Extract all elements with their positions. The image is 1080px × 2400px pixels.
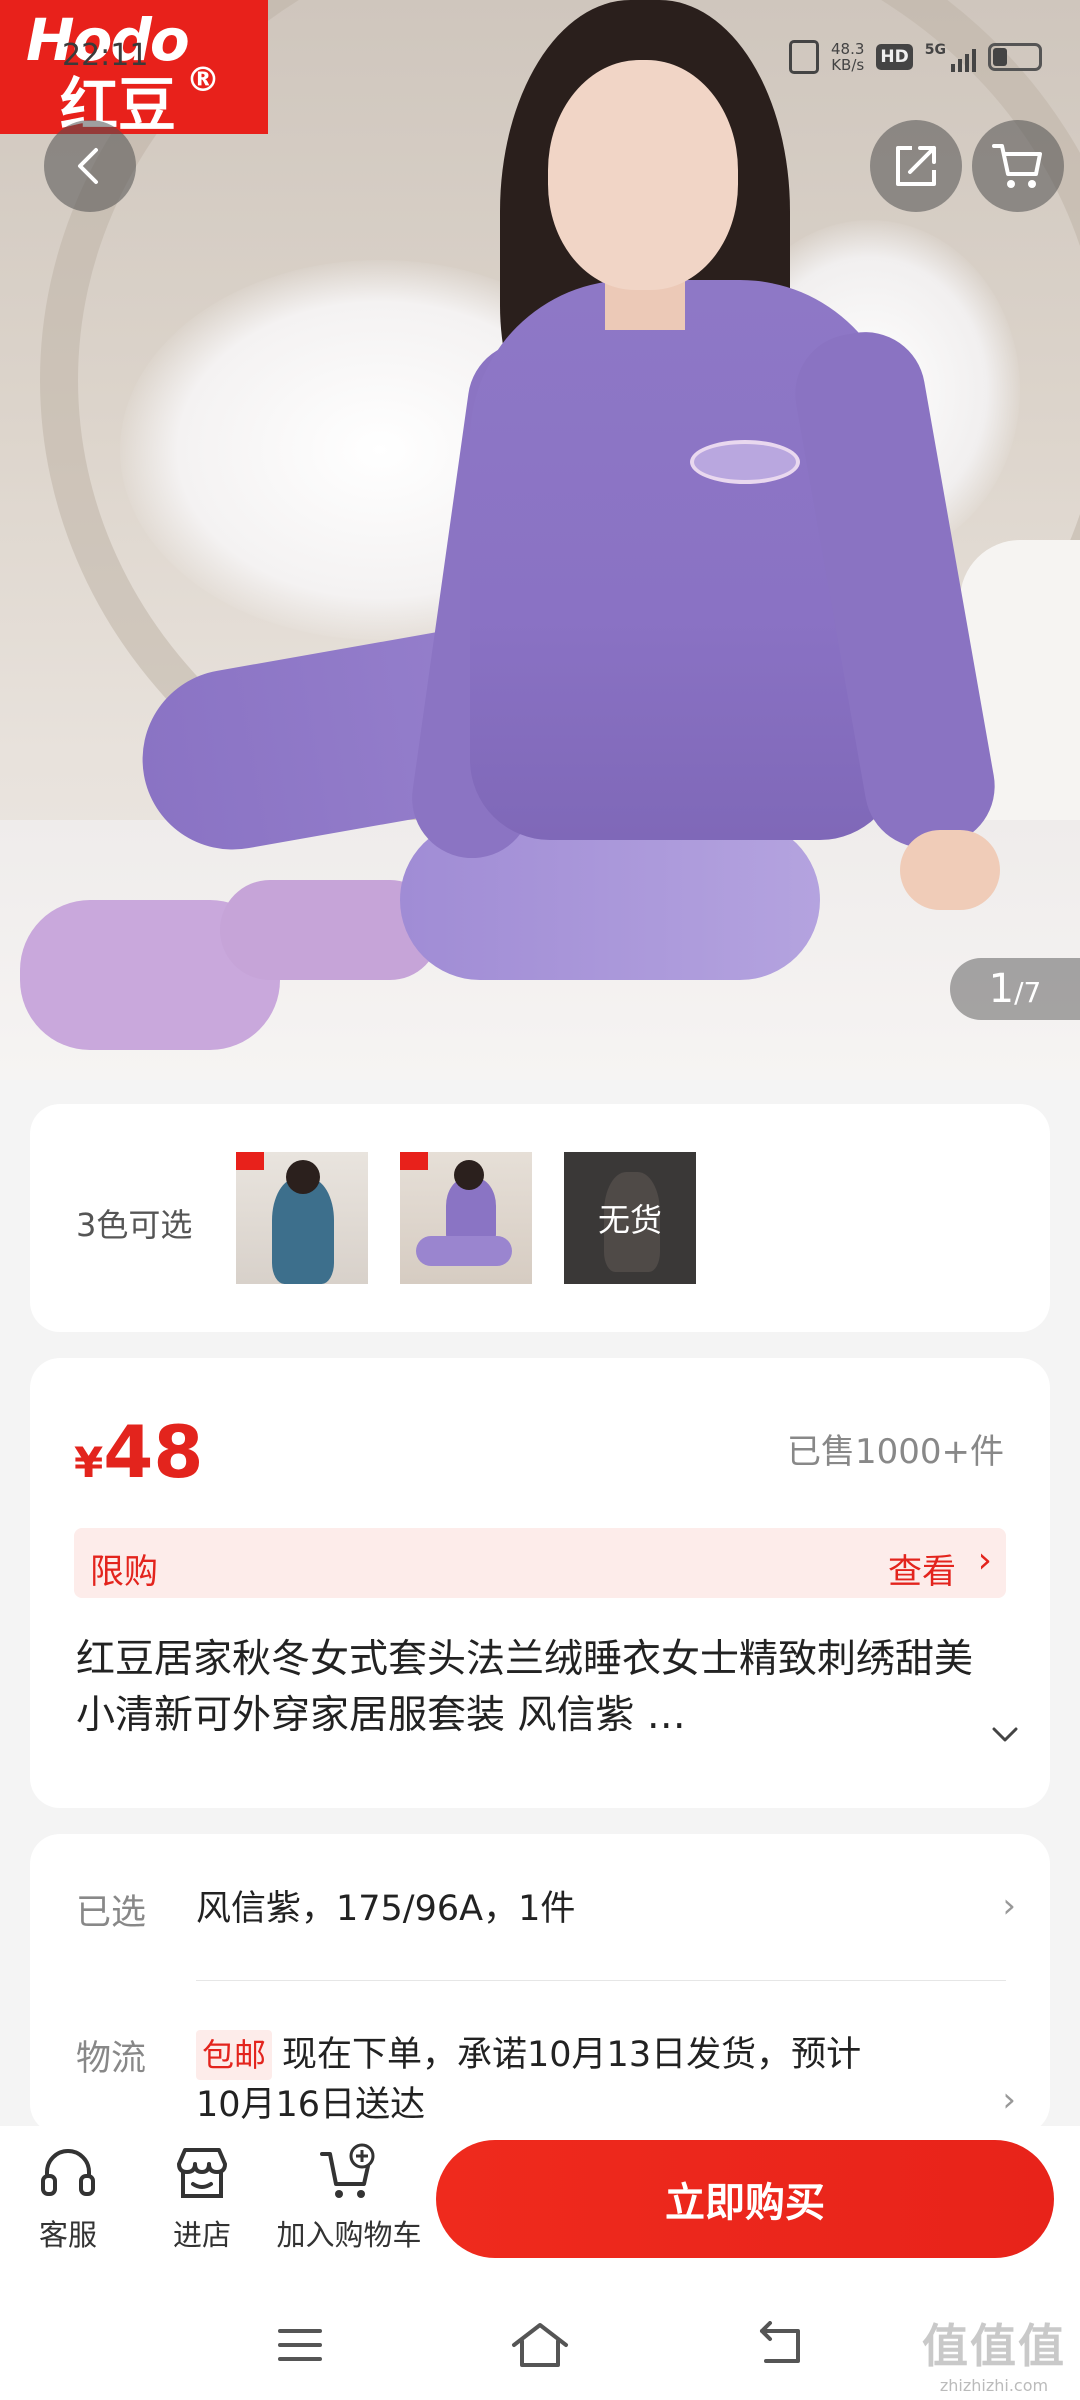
- chevron-down-icon: [992, 1727, 1018, 1742]
- status-time: 22:11: [62, 38, 149, 73]
- network-speed: 48.3 KB/s: [831, 41, 864, 73]
- gallery-total-pages: /7: [1014, 976, 1042, 1009]
- vibrate-icon: [789, 40, 820, 74]
- spec-card: 已选 风信紫，175/96A，1件 › 物流 包邮 现在下单，承诺10月13日发货…: [30, 1834, 1050, 2134]
- back-button[interactable]: [44, 120, 136, 212]
- network-type: 5G: [924, 42, 946, 58]
- nav-menu-button[interactable]: [260, 2310, 340, 2380]
- chevron-left-icon: [78, 148, 98, 184]
- system-nav-bar: [0, 2286, 1080, 2400]
- model-face: [548, 60, 738, 290]
- swatch-figure-legs: [416, 1236, 512, 1266]
- shopping-cart-icon: [992, 144, 1042, 188]
- sold-count: 已售1000+件: [786, 1432, 1004, 1472]
- shipping-line2: 10月16日送达: [196, 2085, 426, 2125]
- product-title: 红豆居家秋冬女式套头法兰绒睡衣女士精致刺绣甜美小清新可外穿家居服套装 风信紫 …: [76, 1637, 974, 1738]
- store-icon: [177, 2148, 227, 2198]
- network-speed-unit: KB/s: [831, 56, 865, 74]
- add-to-cart-button[interactable]: 加入购物车: [264, 2142, 434, 2254]
- color-swatch-purple[interactable]: [400, 1152, 532, 1284]
- gallery-current-page: 1: [988, 966, 1015, 1012]
- model-hand: [900, 830, 1000, 910]
- selected-value: 风信紫，175/96A，1件: [196, 1889, 576, 1929]
- shipping-info: 包邮 现在下单，承诺10月13日发货，预计 10月16日送达: [196, 2030, 861, 2130]
- hd-icon: HD: [876, 44, 913, 70]
- price-currency: ¥: [74, 1438, 104, 1487]
- home-icon: [512, 2323, 568, 2367]
- shipping-label: 物流: [76, 2039, 147, 2079]
- menu-icon: [278, 2329, 322, 2361]
- status-icons: 48.3 KB/s HD 5G: [789, 40, 1042, 74]
- store-button[interactable]: 进店: [152, 2142, 252, 2254]
- out-of-stock-label: 无货: [564, 1152, 696, 1284]
- selected-label: 已选: [76, 1893, 147, 1933]
- embroidery-logo: [690, 440, 800, 484]
- free-shipping-badge: 包邮: [196, 2030, 273, 2080]
- add-cart-icon: [320, 2143, 375, 2198]
- nav-home-button[interactable]: [500, 2310, 580, 2380]
- signal-icon: 5G: [925, 42, 976, 72]
- cart-button[interactable]: [972, 120, 1064, 212]
- color-options-card: 3色可选 无货: [30, 1104, 1050, 1332]
- add-to-cart-label: 加入购物车: [276, 2218, 422, 2252]
- nav-back-button[interactable]: [740, 2310, 820, 2380]
- color-swatch-out-of-stock[interactable]: 无货: [564, 1152, 696, 1284]
- buy-now-button[interactable]: 立即购买: [436, 2140, 1054, 2258]
- customer-service-label: 客服: [38, 2218, 97, 2252]
- share-icon: [896, 146, 936, 186]
- swatch-figure-head: [286, 1160, 320, 1194]
- store-label: 进店: [172, 2218, 231, 2252]
- customer-service-button[interactable]: 客服: [18, 2142, 118, 2254]
- battery-icon: [988, 43, 1042, 71]
- brand-tag-icon: [400, 1152, 428, 1170]
- watermark-url: zhizhizhi.com: [939, 2376, 1049, 2395]
- price: ¥48: [74, 1410, 203, 1494]
- brand-tag-icon: [236, 1152, 264, 1170]
- purchase-limit-view: 查看: [888, 1552, 956, 1592]
- expand-title-button[interactable]: [990, 1718, 1020, 1753]
- chevron-right-icon: ›: [1002, 2080, 1016, 2120]
- watermark-logo: 值值值: [922, 2319, 1066, 2373]
- gallery-page-indicator: 1 /7: [950, 958, 1080, 1020]
- brand-logo-reg: ®: [186, 60, 220, 100]
- share-button[interactable]: [870, 120, 962, 212]
- bottom-action-bar: 客服 进店 加入购物车 立即购买: [0, 2126, 1080, 2286]
- shipping-line1: 现在下单，承诺10月13日发货，预计: [282, 2035, 862, 2075]
- color-swatch-blue[interactable]: [236, 1152, 368, 1284]
- network-speed-value: 48.3: [831, 40, 865, 58]
- purchase-limit-label: 限购: [90, 1552, 158, 1592]
- price-value: 48: [103, 1410, 204, 1494]
- price-card: ¥48 已售1000+件 限购 查看 › 红豆居家秋冬女式套头法兰绒睡衣女士精致…: [30, 1358, 1050, 1808]
- color-count-label: 3色可选: [76, 1206, 193, 1244]
- headset-icon: [41, 2149, 95, 2196]
- divider: [196, 1980, 1006, 1981]
- site-watermark: 值值值 zhizhizhi.com: [922, 2310, 1066, 2395]
- purchase-limit-bar[interactable]: 限购 查看 ›: [74, 1528, 1006, 1598]
- swatch-figure-head: [454, 1160, 484, 1190]
- chevron-right-icon: ›: [1002, 1886, 1016, 1926]
- back-arrow-icon: [760, 2321, 800, 2363]
- chevron-right-icon: ›: [977, 1540, 992, 1581]
